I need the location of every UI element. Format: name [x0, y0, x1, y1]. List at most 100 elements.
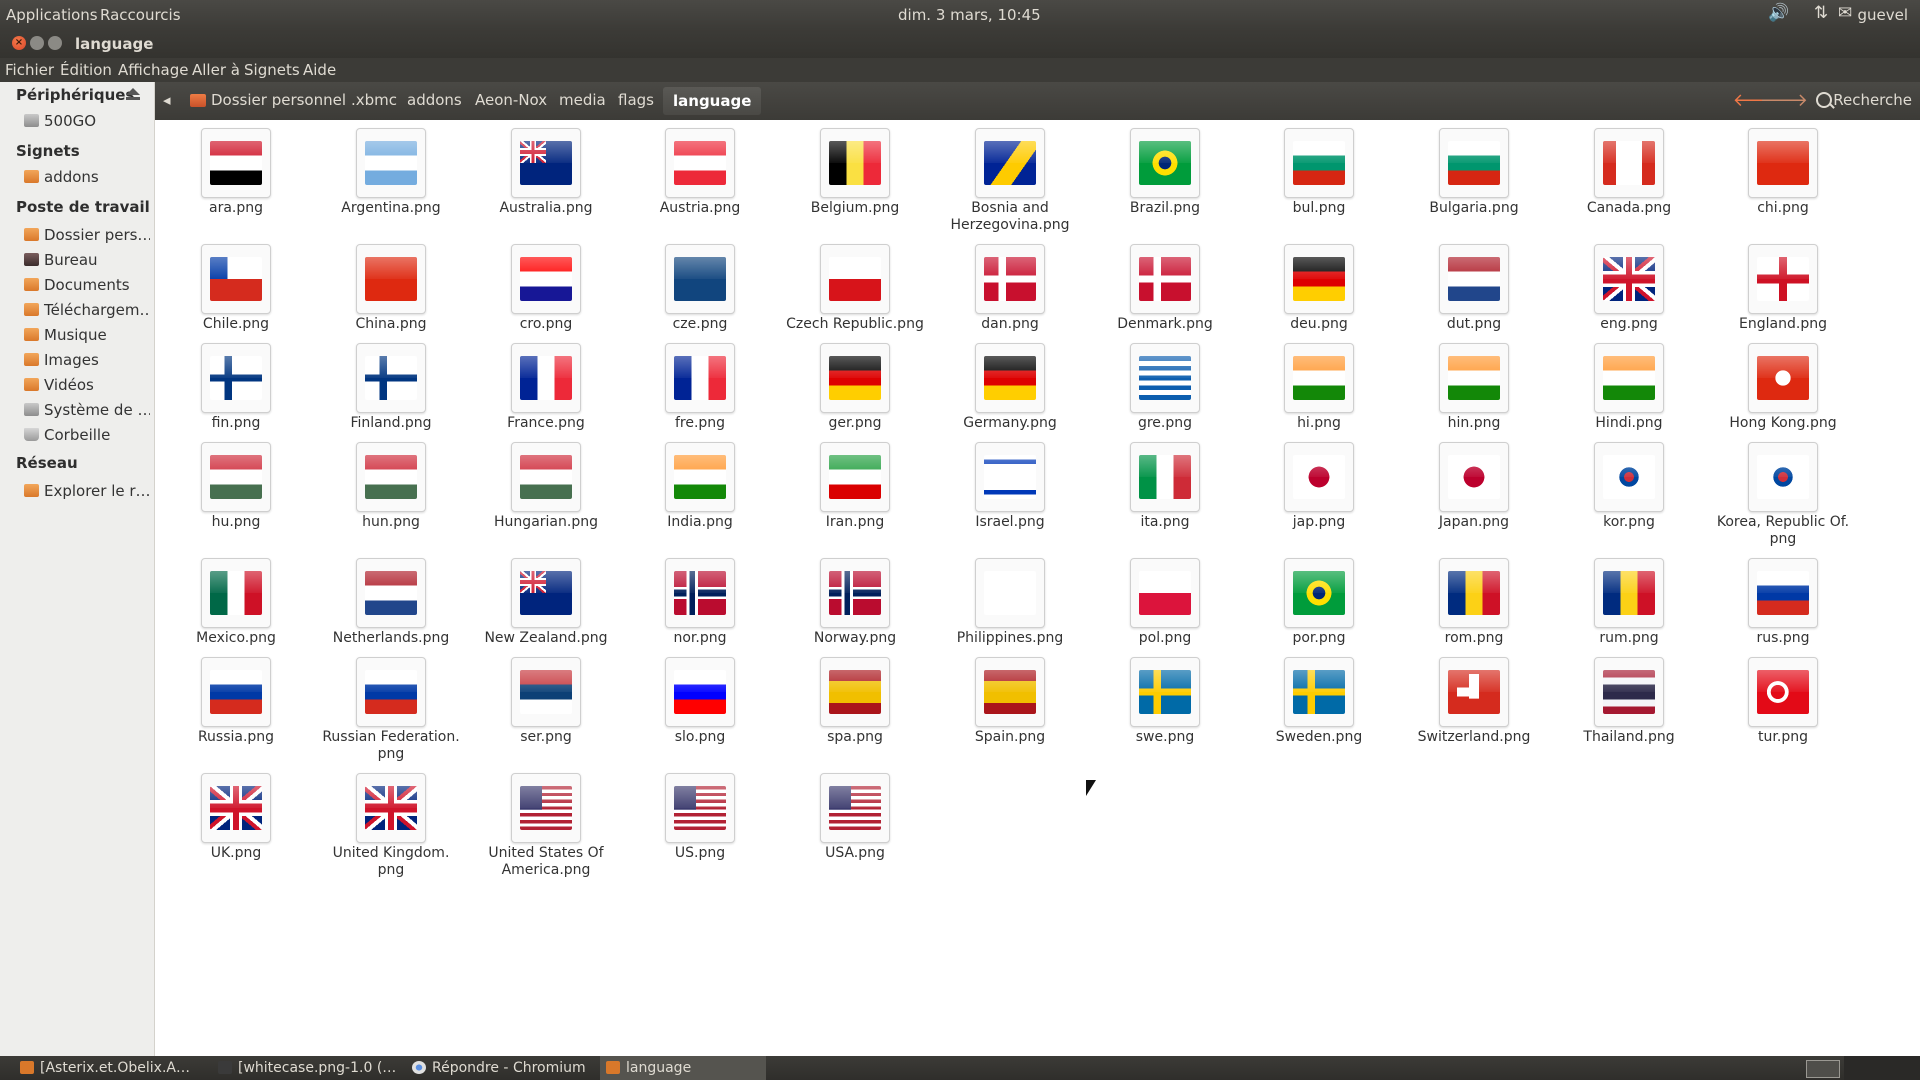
breadcrumb-xbmc[interactable]: .xbmc	[351, 91, 397, 109]
sidebar-item-home[interactable]: Dossier pers…	[24, 226, 150, 248]
file-item[interactable]: tur.png	[1708, 657, 1858, 746]
file-item[interactable]: jap.png	[1244, 442, 1394, 531]
file-item[interactable]: hu.png	[161, 442, 311, 531]
file-item[interactable]: chi.png	[1708, 128, 1858, 217]
workspace-switcher[interactable]	[1844, 1056, 1920, 1080]
file-item[interactable]: Hungarian.png	[471, 442, 621, 531]
file-item[interactable]: Austria.png	[625, 128, 775, 217]
file-item[interactable]: China.png	[316, 244, 466, 333]
file-item[interactable]: Thailand.png	[1554, 657, 1704, 746]
file-item[interactable]: pol.png	[1090, 558, 1240, 647]
breadcrumb-language[interactable]: language	[663, 87, 762, 115]
maximize-icon[interactable]	[48, 36, 62, 50]
file-item[interactable]: United States Of America.png	[471, 773, 621, 879]
file-item[interactable]: slo.png	[625, 657, 775, 746]
menu-fichier[interactable]: Fichier	[5, 61, 54, 79]
show-desktop-button[interactable]	[1806, 1060, 1840, 1078]
breadcrumb-home[interactable]: Dossier personnel	[211, 91, 346, 109]
close-icon[interactable]: ×	[12, 36, 26, 50]
file-item[interactable]: Finland.png	[316, 343, 466, 432]
file-item[interactable]: eng.png	[1554, 244, 1704, 333]
sidebar-item-trash[interactable]: Corbeille	[24, 426, 150, 448]
file-item[interactable]: Hong Kong.png	[1708, 343, 1858, 432]
file-item[interactable]: rus.png	[1708, 558, 1858, 647]
file-item[interactable]: Canada.png	[1554, 128, 1704, 217]
file-item[interactable]: ser.png	[471, 657, 621, 746]
file-item[interactable]: fin.png	[161, 343, 311, 432]
menu-signets[interactable]: Signets	[244, 61, 300, 79]
messaging-icon[interactable]: ✉	[1832, 3, 1858, 25]
file-item[interactable]: United Kingdom. png	[316, 773, 466, 879]
file-item[interactable]: Russian Federation. png	[316, 657, 466, 763]
file-item[interactable]: Bosnia and Herzegovina.png	[935, 128, 1085, 234]
file-item[interactable]: Russia.png	[161, 657, 311, 746]
network-activity-icon[interactable]: ⇅	[1808, 3, 1834, 25]
file-item[interactable]: England.png	[1708, 244, 1858, 333]
sidebar-item-desktop[interactable]: Bureau	[24, 251, 150, 273]
file-item[interactable]: Brazil.png	[1090, 128, 1240, 217]
search-icon[interactable]	[1816, 92, 1832, 108]
file-item[interactable]: ita.png	[1090, 442, 1240, 531]
sidebar-item-music[interactable]: Musique	[24, 326, 150, 348]
file-item[interactable]: US.png	[625, 773, 775, 862]
file-item[interactable]: dan.png	[935, 244, 1085, 333]
file-item[interactable]: Japan.png	[1399, 442, 1549, 531]
sidebar-item-images[interactable]: Images	[24, 351, 150, 373]
file-item[interactable]: cze.png	[625, 244, 775, 333]
file-item[interactable]: hin.png	[1399, 343, 1549, 432]
eject-icon[interactable]	[126, 88, 140, 100]
file-item[interactable]: New Zealand.png	[471, 558, 621, 647]
file-item[interactable]: deu.png	[1244, 244, 1394, 333]
file-item[interactable]: bul.png	[1244, 128, 1394, 217]
file-item[interactable]: spa.png	[780, 657, 930, 746]
file-item[interactable]: Australia.png	[471, 128, 621, 217]
file-item[interactable]: Belgium.png	[780, 128, 930, 217]
file-item[interactable]: Chile.png	[161, 244, 311, 333]
file-item[interactable]: hun.png	[316, 442, 466, 531]
breadcrumb-addons[interactable]: addons	[407, 91, 462, 109]
file-item[interactable]: Switzerland.png	[1399, 657, 1549, 746]
file-item[interactable]: hi.png	[1244, 343, 1394, 432]
menu-aide[interactable]: Aide	[303, 61, 336, 79]
file-item[interactable]: dut.png	[1399, 244, 1549, 333]
window-titlebar[interactable]: × language	[0, 29, 1920, 58]
menu-affichage[interactable]: Affichage	[118, 61, 188, 79]
file-item[interactable]: fre.png	[625, 343, 775, 432]
file-item[interactable]: por.png	[1244, 558, 1394, 647]
breadcrumb-flags[interactable]: flags	[618, 91, 654, 109]
taskbar-item-whitecase[interactable]: [whitecase.png-1.0 (…	[212, 1056, 418, 1080]
breadcrumb-media[interactable]: media	[559, 91, 606, 109]
sidebar-item-filesystem[interactable]: Système de …	[24, 401, 150, 423]
search-button[interactable]: Recherche	[1833, 91, 1912, 109]
sidebar-item-documents[interactable]: Documents	[24, 276, 150, 298]
menu-aller[interactable]: Aller à	[192, 61, 240, 79]
file-item[interactable]: Israel.png	[935, 442, 1085, 531]
sidebar-item-500go[interactable]: 500GO	[24, 112, 150, 134]
file-item[interactable]: India.png	[625, 442, 775, 531]
file-item[interactable]: UK.png	[161, 773, 311, 862]
file-item[interactable]: Mexico.png	[161, 558, 311, 647]
file-item[interactable]: USA.png	[780, 773, 930, 862]
sidebar-item-videos[interactable]: Vidéos	[24, 376, 150, 398]
minimize-icon[interactable]	[30, 36, 44, 50]
file-item[interactable]: Philippines.png	[935, 558, 1085, 647]
taskbar-item-asterix[interactable]: [Asterix.et.Obelix.A…	[14, 1056, 220, 1080]
file-item[interactable]: rom.png	[1399, 558, 1549, 647]
file-item[interactable]: Hindi.png	[1554, 343, 1704, 432]
file-item[interactable]: Germany.png	[935, 343, 1085, 432]
file-item[interactable]: Czech Republic.png	[780, 244, 930, 333]
clock[interactable]: dim. 3 mars, 10:45	[898, 6, 1041, 24]
taskbar-item-language[interactable]: language	[600, 1056, 766, 1080]
file-item[interactable]: Netherlands.png	[316, 558, 466, 647]
file-item[interactable]: Korea, Republic Of. png	[1708, 442, 1858, 548]
places-menu[interactable]: Raccourcis	[100, 6, 181, 24]
sidebar-item-network[interactable]: Explorer le r…	[24, 482, 150, 504]
applications-menu[interactable]: Applications	[6, 6, 98, 24]
file-item[interactable]: Sweden.png	[1244, 657, 1394, 746]
file-item[interactable]: gre.png	[1090, 343, 1240, 432]
file-item[interactable]: Iran.png	[780, 442, 930, 531]
file-item[interactable]: Norway.png	[780, 558, 930, 647]
sidebar-item-addons[interactable]: addons	[24, 168, 150, 190]
forward-arrow-icon[interactable]: 🡒	[1760, 90, 1808, 111]
menu-edition[interactable]: Édition	[60, 61, 112, 79]
